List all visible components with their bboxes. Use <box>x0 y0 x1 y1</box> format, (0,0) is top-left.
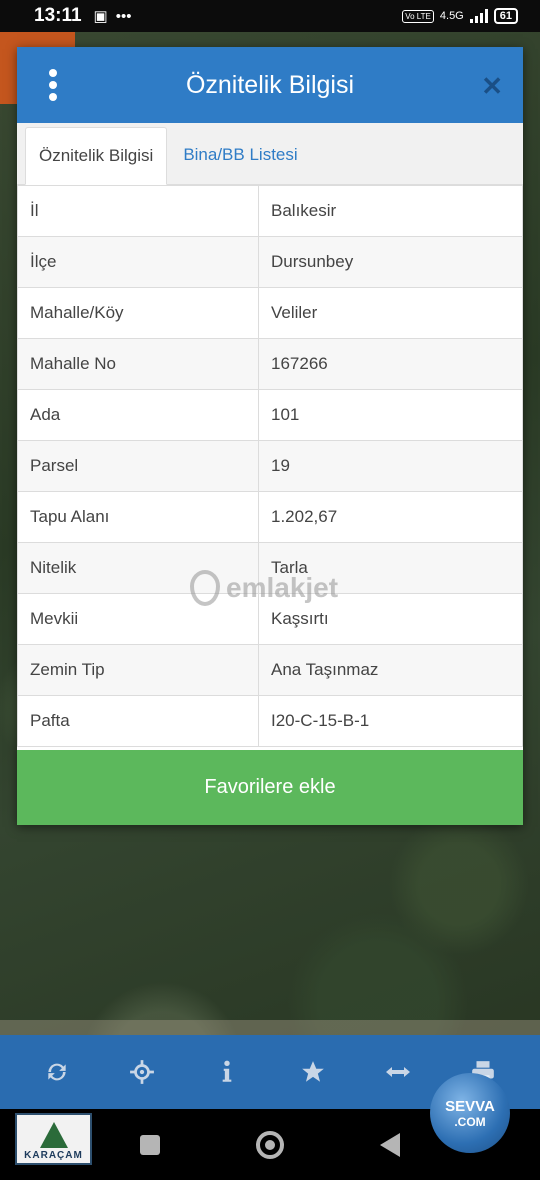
sevva-logo-text: SEVVA <box>445 1097 495 1115</box>
attribute-key: İlçe <box>17 236 259 288</box>
table-row: İl Balıkesir <box>17 185 523 237</box>
attribute-dialog: Öznitelik Bilgisi ✕ Öznitelik Bilgisi Bi… <box>17 47 523 825</box>
watermark-pin-icon <box>190 570 220 606</box>
table-row: Zemin Tip Ana Taşınmaz <box>17 644 523 696</box>
status-time: 13:11 <box>34 5 82 26</box>
status-notification-icons: ▣ ••• <box>93 7 132 26</box>
attribute-key: Ada <box>17 389 259 441</box>
back-icon[interactable] <box>380 1132 400 1157</box>
attribute-table: İl Balıkesir İlçe Dursunbey Mahalle/Köy Velil… <box>17 185 523 747</box>
tab-attribute-info[interactable]: Öznitelik Bilgisi <box>25 127 168 185</box>
attribute-key: Mahalle No <box>17 338 259 390</box>
sevva-logo-domain: .COM <box>454 1114 486 1129</box>
sevva-logo: SEVVA .COM <box>430 1073 510 1153</box>
status-right: Vo LTE 4.5G 61 <box>402 8 518 24</box>
table-row: Mahalle/Köy Veliler <box>17 287 523 339</box>
attribute-value: 167266 <box>258 338 523 390</box>
dialog-header: Öznitelik Bilgisi ✕ <box>17 47 523 123</box>
table-row: İlçe Dursunbey <box>17 236 523 288</box>
cube-icon: ▣ <box>93 8 108 25</box>
attribute-value: Dursunbey <box>258 236 523 288</box>
more-dots-icon: ••• <box>115 7 132 25</box>
attribute-key: Pafta <box>17 695 259 747</box>
attribute-value: 101 <box>258 389 523 441</box>
add-to-favorites-button[interactable]: Favorilere ekle <box>17 750 523 825</box>
table-row: Parsel 19 <box>17 440 523 492</box>
watermark-text: emlakjet <box>226 572 339 603</box>
attribute-value: Veliler <box>258 287 523 339</box>
refresh-icon[interactable] <box>35 1050 79 1094</box>
tab-bar: Öznitelik Bilgisi Bina/BB Listesi <box>17 123 523 185</box>
watermark: emlakjet <box>190 570 338 606</box>
home-icon[interactable] <box>256 1130 284 1159</box>
battery-icon: 61 <box>493 8 518 24</box>
table-row: Pafta I20-C-15-B-1 <box>17 695 523 747</box>
volte-icon: Vo LTE <box>402 9 434 23</box>
attribute-value: Ana Taşınmaz <box>258 644 523 696</box>
measure-icon[interactable] <box>376 1050 420 1094</box>
locate-icon[interactable] <box>120 1050 164 1094</box>
signal-icon <box>469 9 488 23</box>
attribute-value: I20-C-15-B-1 <box>258 695 523 747</box>
status-bar: 13:11 ▣ ••• Vo LTE 4.5G 61 <box>0 0 540 32</box>
attribute-key: Tapu Alanı <box>17 491 259 543</box>
dialog-title: Öznitelik Bilgisi <box>185 70 355 99</box>
attribute-key: Parsel <box>17 440 259 492</box>
info-icon[interactable] <box>205 1050 249 1094</box>
network-type: 4.5G <box>439 10 464 22</box>
tree-icon <box>39 1122 68 1148</box>
attribute-key: Mahalle/Köy <box>17 287 259 339</box>
karacam-logo-text: KARAÇAM <box>24 1150 83 1161</box>
attribute-value: 19 <box>258 440 523 492</box>
attribute-key: Zemin Tip <box>17 644 259 696</box>
table-row: Mahalle No 167266 <box>17 338 523 390</box>
attribute-key: İl <box>17 185 259 237</box>
recent-apps-icon[interactable] <box>140 1134 160 1155</box>
tab-building-list[interactable]: Bina/BB Listesi <box>167 126 310 184</box>
kebab-menu-icon[interactable] <box>47 69 59 101</box>
table-row: Tapu Alanı 1.202,67 <box>17 491 523 543</box>
karacam-logo: KARAÇAM <box>15 1113 92 1165</box>
table-row: Ada 101 <box>17 389 523 441</box>
attribute-value: Balıkesir <box>258 185 523 237</box>
star-icon[interactable] <box>291 1050 335 1094</box>
close-icon[interactable]: ✕ <box>481 71 503 102</box>
attribute-value: 1.202,67 <box>258 491 523 543</box>
